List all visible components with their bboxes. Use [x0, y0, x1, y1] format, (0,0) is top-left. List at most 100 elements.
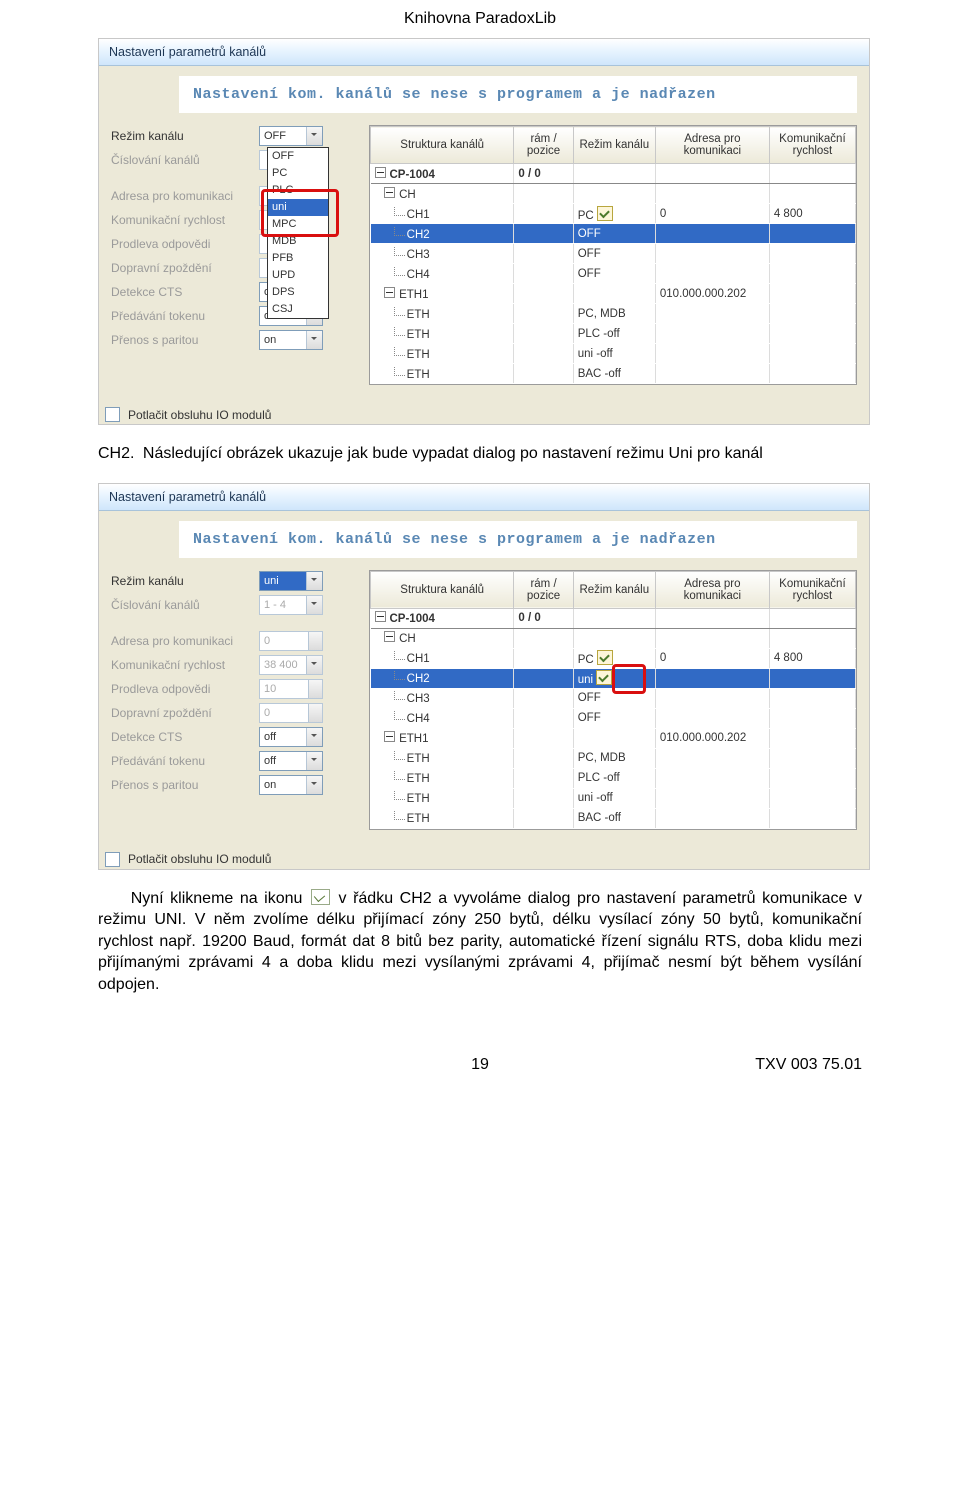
config-icon[interactable]	[597, 650, 613, 665]
cts-select[interactable]: off	[259, 727, 323, 747]
table-row[interactable]: ETHuni -off	[371, 788, 856, 808]
token-select[interactable]: off	[259, 751, 323, 771]
mode-dropdown-list[interactable]: OFFPCPLCuniMPCMDBPFBUPDDPSCSJ	[267, 147, 329, 319]
chevron-down-icon	[306, 596, 322, 614]
transport-input[interactable]: 0	[259, 703, 323, 723]
tree-toggle-icon[interactable]	[384, 631, 395, 642]
th-addr[interactable]: Adresa pro komunikaci	[655, 571, 769, 608]
table-row[interactable]: ETH1010.000.000.202	[371, 728, 856, 748]
tree-toggle-icon[interactable]	[384, 731, 395, 742]
parity-select[interactable]: on	[259, 775, 323, 795]
label-delay: Prodleva odpovědi	[111, 682, 253, 696]
screenshot-channel-params-1: Nastavení parametrů kanálů Nastavení kom…	[98, 38, 870, 425]
mode-select[interactable]: uni	[259, 571, 323, 591]
table-row[interactable]: ETH1010.000.000.202	[371, 284, 856, 304]
tree-toggle-icon[interactable]	[384, 187, 395, 198]
table-row[interactable]: CH3OFF	[371, 688, 856, 708]
table-row[interactable]: CH4OFF	[371, 264, 856, 284]
channels-table[interactable]: Struktura kanálů rám / pozice Režim kaná…	[369, 125, 857, 385]
addr-input[interactable]: 0	[259, 631, 323, 651]
mode-option-pc[interactable]: PC	[268, 165, 328, 182]
chevron-down-icon[interactable]	[306, 656, 322, 674]
table-row[interactable]: ETHBAC -off	[371, 808, 856, 828]
suppress-io-checkbox[interactable]	[105, 407, 120, 422]
table-row[interactable]: ETHuni -off	[371, 344, 856, 364]
label-cts: Detekce CTS	[111, 285, 253, 299]
label-token: Předávání tokenu	[111, 754, 253, 768]
table-row[interactable]: CH	[371, 628, 856, 648]
label-mode: Režim kanálu	[111, 574, 253, 588]
label-speed: Komunikační rychlost	[111, 213, 253, 227]
label-addr: Adresa pro komunikaci	[111, 189, 253, 203]
document-id: TXV 003 75.01	[755, 1056, 862, 1074]
chevron-down-icon[interactable]	[306, 728, 322, 746]
table-row[interactable]: ETHPLC -off	[371, 324, 856, 344]
label-token: Předávání tokenu	[111, 309, 253, 323]
table-row[interactable]: ETHPC, MDB	[371, 748, 856, 768]
page-footer: 19 TXV 003 75.01	[98, 1056, 862, 1076]
table-row[interactable]: ETHBAC -off	[371, 364, 856, 384]
suppress-io-checkbox[interactable]	[105, 852, 120, 867]
mode-option-csj[interactable]: CSJ	[268, 301, 328, 318]
table-row[interactable]: ETHPLC -off	[371, 768, 856, 788]
label-numbering: Číslování kanálů	[111, 153, 253, 167]
config-icon[interactable]	[596, 670, 612, 685]
label-parity: Přenos s paritou	[111, 778, 253, 792]
table-row[interactable]: CH	[371, 184, 856, 204]
chevron-down-icon[interactable]	[306, 127, 322, 145]
table-row[interactable]: CH2uni	[371, 668, 856, 688]
th-mode[interactable]: Režim kanálu	[573, 571, 655, 608]
mode-option-off[interactable]: OFF	[268, 148, 328, 165]
tree-toggle-icon[interactable]	[375, 167, 386, 178]
chevron-down-icon[interactable]	[306, 331, 322, 349]
table-row[interactable]: ETHPC, MDB	[371, 304, 856, 324]
mode-option-pfb[interactable]: PFB	[268, 250, 328, 267]
mode-option-upd[interactable]: UPD	[268, 267, 328, 284]
th-structure[interactable]: Struktura kanálů	[371, 571, 514, 608]
th-frame[interactable]: rám / pozice	[514, 571, 573, 608]
table-row[interactable]: CP-10040 / 0	[371, 164, 856, 184]
mode-option-mdb[interactable]: MDB	[268, 233, 328, 250]
table-row[interactable]: CH2OFF	[371, 224, 856, 244]
th-addr[interactable]: Adresa pro komunikaci	[655, 127, 769, 164]
delay-input[interactable]: 10	[259, 679, 323, 699]
chevron-down-icon[interactable]	[306, 752, 322, 770]
chevron-down-icon[interactable]	[306, 572, 322, 590]
screenshot-channel-params-2: Nastavení parametrů kanálů Nastavení kom…	[98, 483, 870, 870]
table-row[interactable]: CH3OFF	[371, 244, 856, 264]
label-transport: Dopravní zpoždění	[111, 706, 253, 720]
mode-option-plc[interactable]: PLC	[268, 182, 328, 199]
chevron-down-icon[interactable]	[306, 776, 322, 794]
mode-select[interactable]: OFF	[259, 126, 323, 146]
table-row[interactable]: CP-10040 / 0	[371, 608, 856, 628]
window-title: Nastavení parametrů kanálů	[99, 39, 869, 66]
table-row[interactable]: CH1PC 04 800	[371, 648, 856, 668]
window-title: Nastavení parametrů kanálů	[99, 484, 869, 511]
label-mode: Režim kanálu	[111, 129, 253, 143]
mode-option-mpc[interactable]: MPC	[268, 216, 328, 233]
page-number: 19	[471, 1056, 489, 1074]
tree-toggle-icon[interactable]	[375, 611, 386, 622]
th-structure[interactable]: Struktura kanálů	[371, 127, 514, 164]
channels-table[interactable]: Struktura kanálů rám / pozice Režim kaná…	[369, 570, 857, 830]
label-delay: Prodleva odpovědi	[111, 237, 253, 251]
speed-select[interactable]: 38 400	[259, 655, 323, 675]
mode-option-dps[interactable]: DPS	[268, 284, 328, 301]
mode-option-uni[interactable]: uni	[268, 199, 328, 216]
dialog-banner: Nastavení kom. kanálů se nese s programe…	[179, 76, 857, 113]
dialog-banner: Nastavení kom. kanálů se nese s programe…	[179, 521, 857, 558]
th-speed[interactable]: Komunikační rychlost	[769, 571, 855, 608]
config-icon[interactable]	[597, 206, 613, 221]
th-frame[interactable]: rám / pozice	[514, 127, 573, 164]
table-row[interactable]: CH1PC 04 800	[371, 204, 856, 224]
parity-select[interactable]: on	[259, 330, 323, 350]
th-speed[interactable]: Komunikační rychlost	[769, 127, 855, 164]
label-numbering: Číslování kanálů	[111, 598, 253, 612]
th-mode[interactable]: Režim kanálu	[573, 127, 655, 164]
label-speed: Komunikační rychlost	[111, 658, 253, 672]
page-header: Knihovna ParadoxLib	[98, 10, 862, 28]
table-row[interactable]: CH4OFF	[371, 708, 856, 728]
label-cts: Detekce CTS	[111, 730, 253, 744]
tree-toggle-icon[interactable]	[384, 287, 395, 298]
label-parity: Přenos s paritou	[111, 333, 253, 347]
